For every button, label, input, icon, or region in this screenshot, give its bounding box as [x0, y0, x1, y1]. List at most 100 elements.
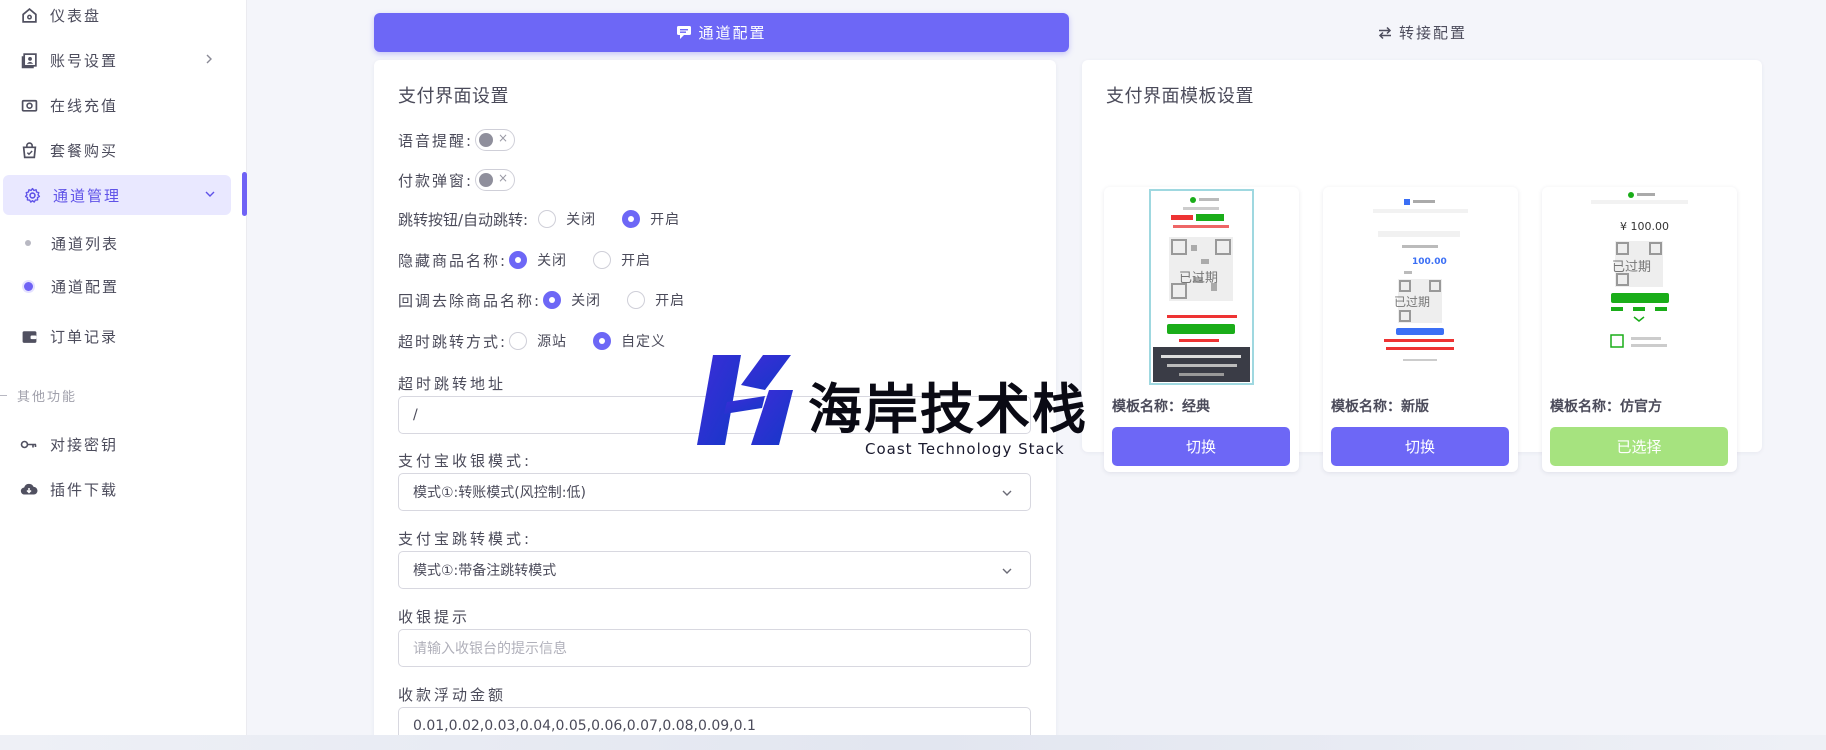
- alipay-jump-select[interactable]: 模式①:带备注跳转模式: [398, 551, 1031, 589]
- field-label: 付款弹窗:: [398, 171, 474, 190]
- radio-circle: [622, 210, 641, 228]
- bullet-dot-active: [24, 281, 33, 291]
- card-title: 支付界面设置: [398, 86, 509, 107]
- sidebar-item-package[interactable]: 套餐购买: [0, 130, 230, 170]
- radio-circle: [627, 291, 646, 309]
- select-value: 模式①:带备注跳转模式: [413, 563, 557, 579]
- hide-product-name-row: 隐藏商品名称: 关闭 开启: [398, 248, 651, 272]
- timeout-jump-mode-row: 超时跳转方式: 源站 自定义: [398, 329, 666, 353]
- sidebar-item-label: 套餐购买: [50, 141, 119, 160]
- toggle-knob: [479, 133, 494, 147]
- chevron-right-icon: [202, 52, 216, 66]
- bag-icon: [20, 141, 38, 159]
- voice-reminder-row: 语音提醒: ×: [398, 128, 516, 152]
- timeout-url-label: 超时跳转地址: [398, 375, 507, 393]
- field-label: 隐藏商品名称:: [398, 251, 508, 270]
- watermark-subtitle: Coast Technology Stack: [865, 440, 1065, 458]
- jump-button-row: 跳转按钮/自动跳转: 关闭 开启: [398, 207, 680, 231]
- payment-popup-row: 付款弹窗: ×: [398, 168, 516, 192]
- float-amount-label: 收款浮动金额: [398, 686, 507, 704]
- tab-label: 通道配置: [698, 24, 767, 42]
- swap-icon: [1377, 26, 1393, 40]
- timeout-origin-radio[interactable]: 源站: [509, 331, 567, 351]
- radio-label: 开启: [650, 212, 681, 228]
- radio-label: 关闭: [566, 212, 597, 228]
- radio-label: 关闭: [571, 293, 602, 309]
- jump-off-radio[interactable]: 关闭: [538, 209, 596, 229]
- expired-stamp: 已过期: [1612, 260, 1652, 275]
- radio-label: 关闭: [537, 253, 568, 269]
- select-value: 模式①:转账模式(风控制:低): [413, 485, 586, 501]
- template-preview-image: 100.00 已过期: [1368, 189, 1473, 385]
- chevron-down-icon: [1000, 564, 1014, 578]
- sidebar-item-dashboard[interactable]: 仪表盘: [0, 0, 230, 35]
- expired-stamp: 已过期: [1394, 295, 1431, 309]
- sidebar-item-channel-management[interactable]: 通道管理: [3, 175, 231, 215]
- card-title: 支付界面模板设置: [1106, 86, 1254, 107]
- alipay-jump-label: 支付宝跳转模式:: [398, 530, 533, 548]
- input-value: 0.01,0.02,0.03,0.04,0.05,0.06,0.07,0.08,…: [413, 718, 756, 734]
- sidebar: 仪表盘 账号设置 在线充值 套餐购买 通道管理 通道列表 通道配置 订单记录 其…: [0, 0, 247, 750]
- home-icon: [20, 6, 38, 24]
- voice-reminder-toggle[interactable]: ×: [475, 129, 516, 151]
- sidebar-subitem-channel-config[interactable]: 通道配置: [0, 268, 230, 304]
- sidebar-item-label: 仪表盘: [50, 6, 102, 25]
- template-preview-image: ¥ 100.00 已过期: [1587, 189, 1692, 385]
- hide-name-on-radio[interactable]: 开启: [593, 250, 651, 270]
- payment-popup-toggle[interactable]: ×: [475, 169, 516, 191]
- tab-transfer-config[interactable]: 转接配置: [1082, 13, 1762, 52]
- bottom-decoration: [0, 735, 1826, 750]
- section-label-text: 其他功能: [17, 389, 78, 405]
- input-placeholder: 请输入收银台的提示信息: [413, 641, 567, 657]
- field-label: 语音提醒:: [398, 131, 474, 150]
- cashier-tip-input[interactable]: 请输入收银台的提示信息: [398, 629, 1031, 667]
- sidebar-subitem-channel-list[interactable]: 通道列表: [0, 225, 230, 261]
- alipay-mode-select[interactable]: 模式①:转账模式(风控制:低): [398, 473, 1031, 511]
- field-label: 跳转按钮/自动跳转:: [398, 210, 529, 229]
- template-name: 模板名称：新版: [1331, 399, 1429, 415]
- callback-off-radio[interactable]: 关闭: [543, 290, 601, 310]
- sidebar-item-label: 通道管理: [53, 186, 122, 205]
- sidebar-subitem-label: 通道列表: [51, 234, 120, 253]
- template-switch-button[interactable]: 切换: [1331, 427, 1509, 466]
- radio-circle: [543, 291, 562, 309]
- template-card-new: 100.00 已过期 模板名称：新版 切换: [1323, 187, 1518, 472]
- camera-icon: [20, 96, 38, 114]
- close-icon: ×: [498, 171, 509, 185]
- sidebar-item-api-key[interactable]: 对接密钥: [0, 424, 230, 464]
- radio-circle: [509, 332, 528, 350]
- alipay-mode-label: 支付宝收银模式:: [398, 452, 533, 470]
- radio-circle: [593, 332, 612, 350]
- jump-on-radio[interactable]: 开启: [622, 209, 680, 229]
- sidebar-item-plugin-download[interactable]: 插件下载: [0, 469, 230, 509]
- chevron-down-icon: [203, 187, 217, 201]
- wallet-icon: [20, 327, 38, 345]
- sidebar-item-recharge[interactable]: 在线充值: [0, 85, 230, 125]
- radio-circle: [593, 251, 612, 269]
- sidebar-item-label: 在线充值: [50, 96, 119, 115]
- cashier-tip-label: 收银提示: [398, 608, 471, 626]
- input-value: /: [413, 407, 418, 423]
- chat-icon: [676, 25, 692, 40]
- user-card-icon: [20, 51, 38, 69]
- cloud-download-icon: [20, 480, 38, 498]
- hide-name-off-radio[interactable]: 关闭: [509, 250, 567, 270]
- sidebar-subitem-label: 通道配置: [51, 277, 120, 296]
- sidebar-item-orders[interactable]: 订单记录: [0, 316, 230, 356]
- sidebar-item-account-settings[interactable]: 账号设置: [0, 40, 230, 80]
- radio-label: 源站: [537, 334, 568, 350]
- radio-circle: [509, 251, 528, 269]
- tab-channel-config[interactable]: 通道配置: [374, 13, 1069, 52]
- chevron-down-icon: [1000, 486, 1014, 500]
- field-label: 回调去除商品名称:: [398, 291, 542, 310]
- callback-on-radio[interactable]: 开启: [627, 290, 685, 310]
- timeout-custom-radio[interactable]: 自定义: [593, 331, 666, 351]
- sidebar-item-label: 插件下载: [50, 480, 119, 499]
- template-selected-button[interactable]: 已选择: [1550, 427, 1728, 466]
- field-label: 超时跳转方式:: [398, 332, 508, 351]
- sidebar-item-label: 订单记录: [50, 327, 119, 346]
- template-name: 模板名称：仿官方: [1550, 399, 1662, 415]
- radio-label: 开启: [655, 293, 686, 309]
- expired-stamp: 已过期: [1179, 271, 1219, 286]
- section-label-other: 其他功能: [0, 385, 77, 405]
